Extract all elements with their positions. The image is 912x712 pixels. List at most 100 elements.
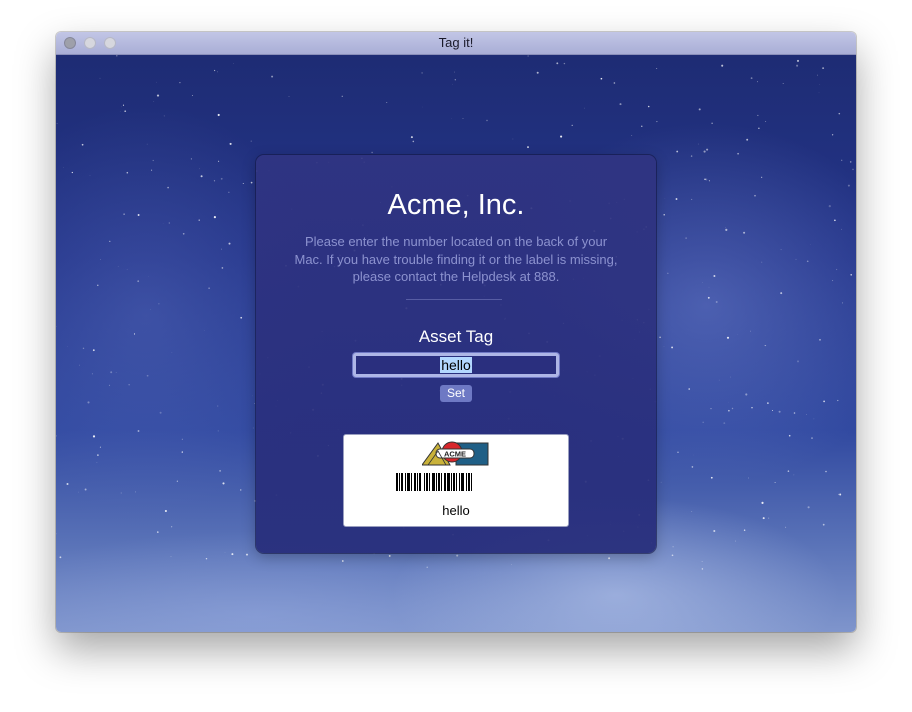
barcode-bar <box>401 473 403 491</box>
star <box>600 77 603 80</box>
star <box>713 529 716 533</box>
asset-tag-input[interactable]: hello <box>353 353 559 377</box>
barcode-bar <box>405 473 406 491</box>
star <box>179 81 181 84</box>
star <box>124 110 127 113</box>
star <box>795 258 797 260</box>
barcode-bar <box>399 473 400 491</box>
star <box>123 213 125 215</box>
star <box>250 181 253 184</box>
star <box>852 168 854 171</box>
star <box>782 82 784 85</box>
star <box>217 430 219 432</box>
star <box>412 140 415 143</box>
star <box>245 553 249 556</box>
company-name: Acme, Inc. <box>387 189 525 221</box>
star <box>512 138 514 140</box>
star <box>765 345 767 347</box>
barcode-bar <box>438 473 440 491</box>
star <box>228 191 230 193</box>
star <box>91 373 93 375</box>
divider <box>406 299 502 300</box>
title-bar[interactable]: Tag it! <box>56 32 856 55</box>
star <box>849 161 852 163</box>
star <box>373 553 375 555</box>
star <box>148 276 149 277</box>
star <box>240 316 243 319</box>
star <box>205 557 208 560</box>
star <box>725 228 728 231</box>
star <box>711 122 713 124</box>
barcode-bar <box>429 473 430 491</box>
star <box>219 470 221 472</box>
star <box>691 511 693 512</box>
star <box>731 407 734 410</box>
barcode-bar <box>436 473 437 491</box>
star <box>56 435 57 437</box>
star <box>847 184 850 187</box>
star <box>146 374 149 377</box>
star <box>208 287 210 289</box>
star <box>341 560 344 562</box>
star <box>221 248 223 250</box>
barcode-bar <box>411 473 412 491</box>
star <box>170 556 172 557</box>
acme-logo-icon: ACME <box>422 441 489 466</box>
star <box>137 214 140 216</box>
star <box>688 388 691 390</box>
star <box>834 219 836 222</box>
star <box>702 421 704 423</box>
star <box>167 186 169 189</box>
star <box>158 303 160 305</box>
star <box>797 360 799 363</box>
star <box>838 493 839 495</box>
star <box>456 554 459 557</box>
star <box>823 400 825 403</box>
star <box>660 481 662 483</box>
star <box>723 422 726 425</box>
star <box>698 108 701 111</box>
star <box>838 112 841 115</box>
star <box>87 401 90 404</box>
star <box>135 491 137 493</box>
star <box>152 159 154 162</box>
star <box>785 526 787 528</box>
star <box>78 491 79 493</box>
barcode-bar <box>453 473 455 491</box>
star <box>765 120 767 122</box>
star <box>181 438 183 440</box>
barcode-bar <box>456 473 457 491</box>
star <box>850 273 853 276</box>
star <box>750 77 753 79</box>
star <box>99 77 101 79</box>
star <box>728 409 730 412</box>
star <box>171 352 173 353</box>
star <box>787 470 790 472</box>
star <box>750 330 752 332</box>
star <box>527 146 529 149</box>
star <box>704 178 706 181</box>
background-wallpaper: Acme, Inc. Please enter the number locat… <box>56 55 856 632</box>
star <box>613 82 616 84</box>
star <box>203 330 205 331</box>
star <box>701 568 704 570</box>
star <box>213 69 216 72</box>
star <box>672 546 674 548</box>
star <box>706 148 709 151</box>
star <box>675 198 678 200</box>
star <box>122 104 125 106</box>
star <box>222 482 225 485</box>
set-button[interactable]: Set <box>440 385 472 402</box>
star <box>71 171 73 174</box>
star <box>89 175 91 176</box>
star <box>631 135 633 136</box>
star <box>819 84 821 85</box>
star <box>671 346 674 349</box>
star <box>341 95 343 97</box>
star <box>371 151 373 154</box>
star <box>97 454 99 456</box>
star <box>563 62 566 65</box>
star <box>793 474 795 476</box>
star <box>726 336 730 339</box>
star <box>108 384 111 386</box>
